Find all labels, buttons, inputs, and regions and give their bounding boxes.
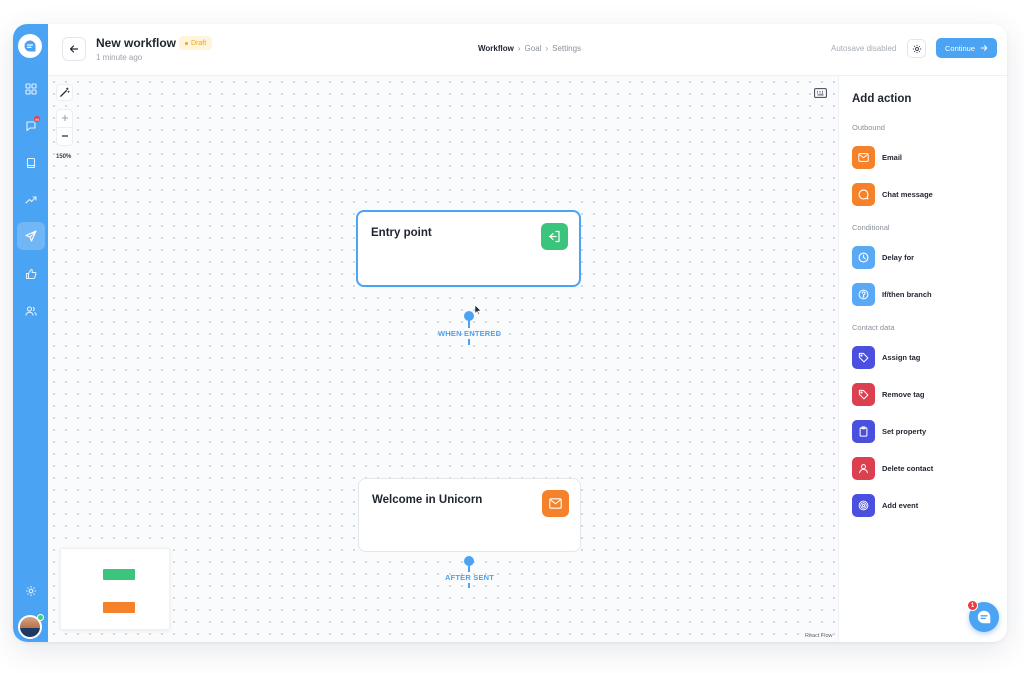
edge-label: WHEN ENTERED (438, 329, 502, 338)
workflow-settings-button[interactable] (907, 39, 926, 58)
edge-label: AFTER SENT (445, 573, 495, 582)
action-label: Delete contact (882, 463, 934, 473)
action-chat-message[interactable]: Chat message (852, 182, 933, 206)
minimap-node (103, 602, 135, 613)
plus-icon (61, 115, 68, 122)
top-bar: New workflow Draft 1 minute ago Workflow… (48, 24, 1007, 76)
action-delete-contact[interactable]: Delete contact (852, 456, 933, 480)
node-title: Entry point (371, 227, 432, 239)
section-title-conditional: Conditional (852, 223, 890, 232)
workflow-node-email[interactable]: Welcome in Unicorn (358, 478, 581, 552)
add-action-panel: Add action Outbound Email Chat message C… (838, 76, 1007, 642)
breadcrumb-separator: › (545, 44, 549, 53)
enter-icon (541, 223, 568, 250)
action-label: Email (882, 152, 903, 162)
section-title-contact-data: Contact data (852, 323, 895, 332)
minus-icon (61, 135, 68, 137)
trending-up-icon[interactable] (21, 190, 40, 209)
gear-icon (912, 44, 921, 53)
gear-icon[interactable] (21, 581, 40, 600)
thumbs-up-icon[interactable] (21, 264, 40, 283)
action-assign-tag[interactable]: Assign tag (852, 345, 920, 369)
edge-line (468, 339, 470, 345)
node-title: Welcome in Unicorn (372, 494, 483, 506)
status-badge: Draft (179, 36, 213, 50)
app-logo-icon[interactable] (18, 34, 42, 58)
action-label: Remove tag (882, 389, 925, 399)
grid-icon[interactable] (21, 79, 40, 98)
mail-icon (852, 145, 875, 169)
breadcrumb-settings[interactable]: Settings (552, 44, 581, 53)
book-icon[interactable] (21, 153, 40, 172)
arrow-left-icon (69, 45, 79, 53)
continue-button[interactable]: Continue (936, 38, 997, 58)
action-email[interactable]: Email (852, 145, 902, 169)
action-set-property[interactable]: Set property (852, 419, 926, 443)
breadcrumb-workflow[interactable]: Workflow (478, 44, 514, 53)
question-icon (852, 282, 875, 306)
zoom-controls (56, 109, 73, 146)
mail-icon (542, 490, 569, 517)
autosave-status: Autosave disabled (831, 44, 897, 53)
status-badge-label: Draft (191, 39, 207, 47)
zoom-level: 150% (56, 154, 72, 160)
section-title-outbound: Outbound (852, 123, 885, 132)
users-icon[interactable] (21, 301, 40, 320)
action-label: Add event (882, 500, 919, 510)
zoom-out-button[interactable] (57, 128, 72, 145)
workflow-node-entry-point[interactable]: Entry point (356, 210, 581, 287)
target-icon (852, 493, 875, 517)
status-dot-icon (185, 41, 188, 45)
tag-icon (852, 345, 875, 369)
left-sidebar: 99 (13, 24, 48, 642)
action-label: If/then branch (882, 289, 932, 299)
back-button[interactable] (62, 37, 86, 61)
edge-line (468, 320, 470, 328)
clipboard-icon (852, 419, 875, 443)
breadcrumb: Workflow › Goal › Settings (478, 44, 581, 53)
send-icon[interactable] (17, 222, 45, 250)
action-label: Delay for (882, 252, 915, 262)
chat-notification-badge: 1 (967, 600, 978, 611)
notification-badge: 99 (33, 115, 41, 123)
action-delay-for[interactable]: Delay for (852, 245, 914, 269)
keyboard-icon (814, 87, 827, 98)
workflow-canvas[interactable]: 150% Entry point WHEN ENTERED Welcome in… (48, 76, 838, 642)
breadcrumb-separator: › (517, 44, 521, 53)
panel-title: Add action (852, 93, 912, 105)
last-updated-text: 1 minute ago (96, 53, 143, 62)
page-title: New workflow (96, 36, 177, 50)
breadcrumb-goal[interactable]: Goal (525, 44, 542, 53)
tag-icon (852, 382, 875, 406)
edge-line (468, 583, 470, 588)
action-label: Assign tag (882, 352, 921, 362)
chat-icon[interactable]: 99 (21, 115, 41, 135)
react-flow-attribution[interactable]: React Flow (805, 633, 833, 639)
arrow-right-icon (980, 45, 988, 51)
magic-wand-icon (60, 87, 70, 97)
user-icon (852, 456, 875, 480)
chat-bubble-icon (852, 182, 875, 206)
clock-icon (852, 245, 875, 269)
auto-layout-button[interactable] (56, 84, 73, 101)
mouse-cursor-icon (474, 304, 482, 315)
app-window: 99 New workflow Draft 1 minute ago Workf… (13, 24, 1007, 642)
action-add-event[interactable]: Add event (852, 493, 918, 517)
minimap-node (103, 569, 135, 580)
edge-line (468, 565, 470, 572)
action-label: Set property (882, 426, 927, 436)
keyboard-shortcuts-button[interactable] (811, 84, 830, 101)
chat-icon (977, 610, 991, 624)
action-label: Chat message (882, 189, 933, 199)
action-if-then-branch[interactable]: If/then branch (852, 282, 932, 306)
minimap[interactable] (60, 548, 170, 630)
action-remove-tag[interactable]: Remove tag (852, 382, 925, 406)
continue-button-label: Continue (944, 43, 976, 53)
online-status-dot (37, 614, 44, 621)
zoom-in-button[interactable] (57, 110, 72, 128)
